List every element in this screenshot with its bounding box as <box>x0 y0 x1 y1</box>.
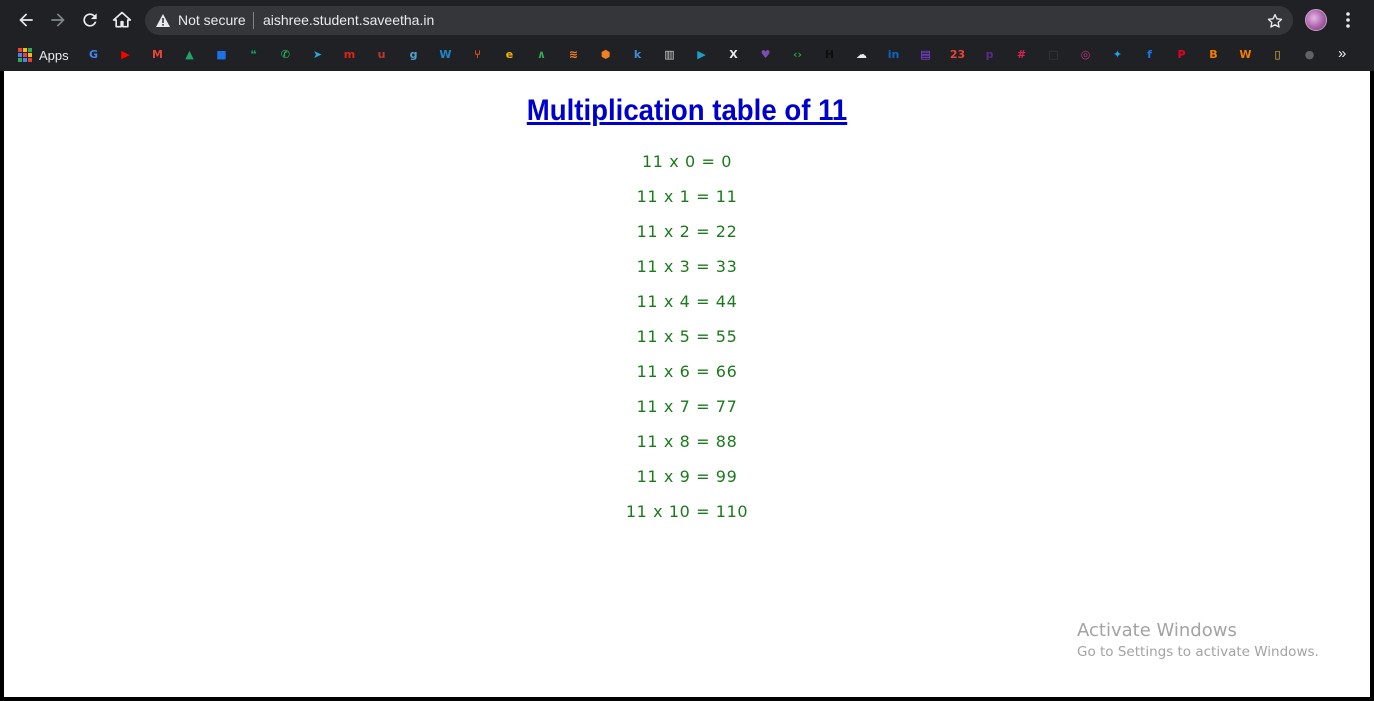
m-app-icon[interactable]: m <box>341 46 358 63</box>
url-text[interactable]: aishree.student.saveetha.in <box>263 12 434 29</box>
table-line: 11 x 7 = 77 <box>636 397 738 416</box>
youtube-icon[interactable]: ▶ <box>117 46 134 63</box>
g-app-icon[interactable]: g <box>405 46 422 63</box>
table-line: 11 x 9 = 99 <box>636 467 738 486</box>
gmail-icon[interactable]: M <box>149 46 166 63</box>
security-label[interactable]: Not secure <box>178 12 246 29</box>
apps-grid-icon <box>18 48 32 62</box>
w-app-icon[interactable]: W <box>437 46 454 63</box>
google-icon[interactable]: G <box>85 46 102 63</box>
slack-icon[interactable]: # <box>1013 46 1030 63</box>
bookmarks-bar: Apps G ▶ M ▲ ■ ❝ ✆ ➤ m u g W ⑂ e ∧ ≋ ⬢ k ▥ ▶ X ♥ ‹› H ☁ in ▤ 23 p # □ ◎… <box>0 40 1374 71</box>
page-viewport: Multiplication table of 11 11 x 0 = 0 11 … <box>4 71 1370 697</box>
pinterest-icon[interactable]: P <box>1173 46 1190 63</box>
windows-activation-watermark: Activate Windows Go to Settings to activ… <box>1077 620 1319 661</box>
table-line: 11 x 6 = 66 <box>636 362 738 381</box>
facebook-icon[interactable]: f <box>1141 46 1158 63</box>
u-app-icon[interactable]: u <box>373 46 390 63</box>
hangouts-icon[interactable]: ❝ <box>245 46 262 63</box>
coin-app-icon[interactable]: e <box>501 46 518 63</box>
bookmark-star-icon[interactable] <box>1266 12 1284 30</box>
reload-icon[interactable] <box>78 8 102 32</box>
browser-toolbar: Not secure aishree.student.saveetha.in <box>0 0 1374 40</box>
home-icon[interactable] <box>110 8 134 32</box>
calendar-icon[interactable]: 23 <box>949 46 966 63</box>
table-line: 11 x 10 = 110 <box>625 502 749 521</box>
instagram-icon[interactable]: ◎ <box>1077 46 1094 63</box>
more-bookmarks-button[interactable]: » <box>1338 45 1346 62</box>
fork-app-icon[interactable]: ⑂ <box>469 46 486 63</box>
stack-app-icon[interactable]: ≋ <box>565 46 582 63</box>
twitter-icon[interactable]: ✦ <box>1109 46 1126 63</box>
watermark-subtitle: Go to Settings to activate Windows. <box>1077 644 1319 660</box>
table-line: 11 x 2 = 22 <box>636 222 738 241</box>
profile-avatar[interactable] <box>1305 9 1327 31</box>
back-arrow-icon[interactable] <box>14 8 38 32</box>
blogger-icon[interactable]: B <box>1205 46 1222 63</box>
table-line: 11 x 4 = 44 <box>636 292 738 311</box>
play-app-icon[interactable]: ▶ <box>693 46 710 63</box>
address-bar[interactable]: Not secure aishree.student.saveetha.in <box>145 6 1293 35</box>
w-orange-app-icon[interactable]: W <box>1237 46 1254 63</box>
phone-app-icon[interactable]: ▯ <box>1269 46 1286 63</box>
drive-icon[interactable]: ▲ <box>181 46 198 63</box>
code-app-icon[interactable]: ‹› <box>789 46 806 63</box>
more-menu-icon[interactable] <box>1338 10 1358 30</box>
table-line: 11 x 1 = 11 <box>636 187 738 206</box>
chart-app-icon[interactable]: ▥ <box>661 46 678 63</box>
linkedin-icon[interactable]: in <box>885 46 902 63</box>
twitch-icon[interactable]: ▤ <box>917 46 934 63</box>
k-app-icon[interactable]: k <box>629 46 646 63</box>
x-app-icon[interactable]: X <box>725 46 742 63</box>
watermark-title: Activate Windows <box>1077 620 1237 641</box>
address-divider <box>253 12 254 29</box>
cloud-app-icon[interactable]: ☁ <box>853 46 870 63</box>
peaks-app-icon[interactable]: ∧ <box>533 46 550 63</box>
forward-arrow-icon[interactable] <box>46 8 70 32</box>
shield-app-icon[interactable]: ♥ <box>757 46 774 63</box>
whatsapp-icon[interactable]: ✆ <box>277 46 294 63</box>
cube-app-icon[interactable]: ⬢ <box>597 46 614 63</box>
table-line: 11 x 0 = 0 <box>642 152 732 171</box>
table-line: 11 x 5 = 55 <box>636 327 738 346</box>
p-app-icon[interactable]: p <box>981 46 998 63</box>
apps-label: Apps <box>39 47 69 63</box>
page-title: Multiplication table of 11 <box>526 94 848 127</box>
telegram-icon[interactable]: ➤ <box>309 46 326 63</box>
table-line: 11 x 8 = 88 <box>636 432 738 451</box>
box-app-icon[interactable]: □ <box>1045 46 1062 63</box>
apps-button[interactable]: Apps <box>12 42 75 68</box>
meet-icon[interactable]: ■ <box>213 46 230 63</box>
hr-app-icon[interactable]: H <box>821 46 838 63</box>
github-icon[interactable]: ● <box>1301 46 1318 63</box>
warning-icon[interactable] <box>155 13 171 28</box>
table-line: 11 x 3 = 33 <box>636 257 738 276</box>
